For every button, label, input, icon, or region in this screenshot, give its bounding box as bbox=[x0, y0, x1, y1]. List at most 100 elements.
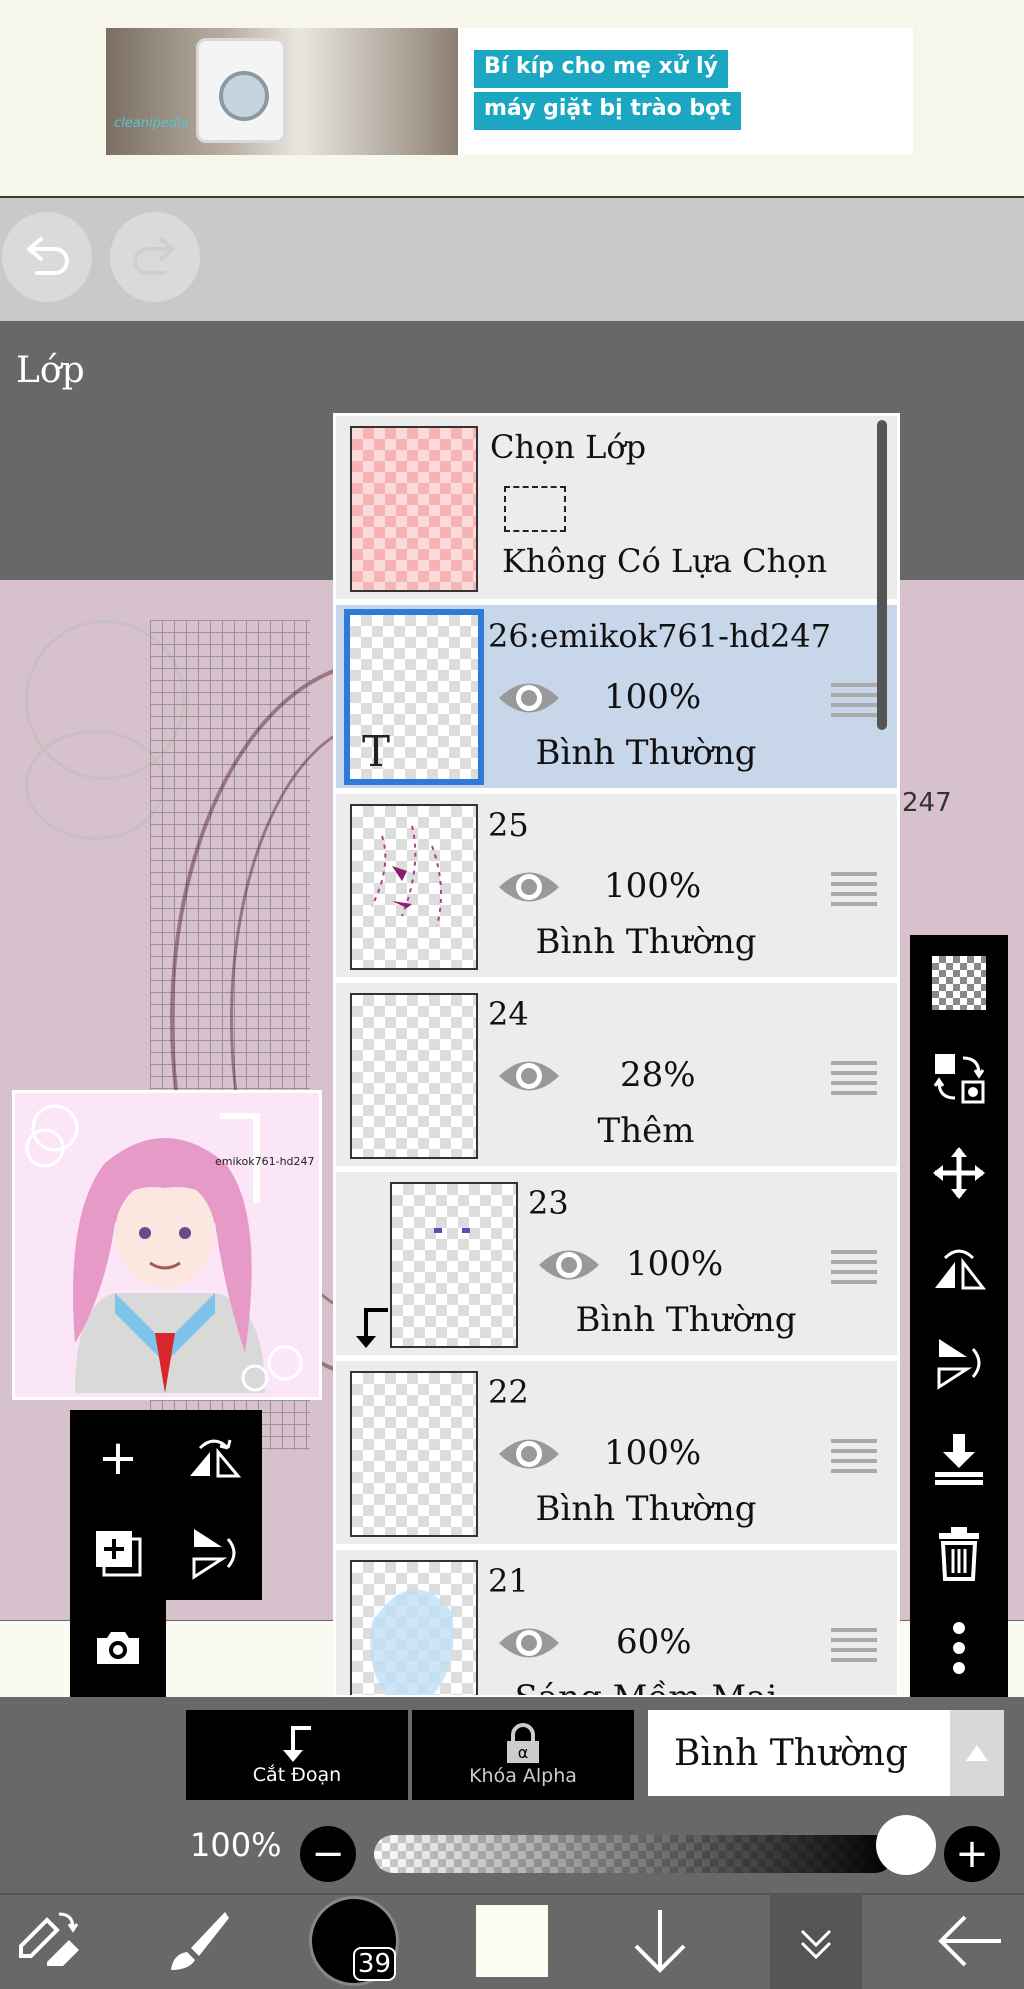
layer-name: 22 bbox=[488, 1373, 529, 1411]
visibility-eye-icon[interactable] bbox=[496, 675, 562, 721]
drag-handle-icon[interactable] bbox=[831, 872, 877, 908]
canvas-preview[interactable]: emikok761-hd247 bbox=[12, 1090, 322, 1400]
selection-thumbnail bbox=[350, 426, 478, 592]
swap-layer-button[interactable] bbox=[910, 1030, 1008, 1125]
tool-swap-button[interactable] bbox=[0, 1893, 96, 1989]
blend-mode-select[interactable]: Bình Thường bbox=[648, 1710, 950, 1796]
merge-down-button[interactable] bbox=[910, 1410, 1008, 1505]
back-icon bbox=[938, 1915, 1001, 1967]
brush-tool-button[interactable] bbox=[150, 1893, 246, 1989]
layer-thumbnail bbox=[350, 804, 478, 970]
opacity-increase-button[interactable]: + bbox=[944, 1826, 1000, 1882]
preview-artwork bbox=[25, 1104, 303, 1393]
drag-handle-icon[interactable] bbox=[831, 1250, 877, 1286]
layer-actions-toolbar bbox=[910, 935, 1008, 1697]
alpha-lock-button[interactable]: α Khóa Alpha bbox=[412, 1710, 634, 1800]
trash-icon bbox=[939, 1526, 979, 1581]
blend-mode-dropdown-button[interactable] bbox=[950, 1710, 1004, 1796]
layer-thumbnail bbox=[350, 1371, 478, 1537]
circle-decoration bbox=[25, 730, 165, 840]
alpha-lock-label: Khóa Alpha bbox=[469, 1765, 577, 1787]
layer-down-icon bbox=[634, 1910, 686, 1973]
more-options-button[interactable] bbox=[910, 1600, 1008, 1695]
layer-opacity: 100% bbox=[604, 677, 702, 717]
layer-opacity: 60% bbox=[616, 1622, 692, 1662]
ad-banner[interactable]: cleanipedia Bí kíp cho mẹ xử lý máy giặt… bbox=[0, 0, 1024, 196]
canvas-text-fragment: 247 bbox=[902, 788, 952, 818]
back-button[interactable] bbox=[920, 1893, 1020, 1989]
layer-blend-mode: Thêm bbox=[597, 1111, 695, 1151]
layer-opacity: 100% bbox=[626, 1244, 724, 1284]
color-button[interactable] bbox=[462, 1893, 562, 1989]
redo-button[interactable] bbox=[110, 212, 200, 302]
clipping-label: Cắt Đoạn bbox=[252, 1764, 342, 1786]
layer-thumbnail bbox=[390, 1182, 518, 1348]
undo-icon bbox=[27, 237, 69, 275]
drag-handle-icon[interactable] bbox=[831, 683, 877, 719]
layer-row[interactable]: 23 100% Bình Thường bbox=[336, 1172, 897, 1358]
selection-layer[interactable]: Chọn Lớp Không Có Lựa Chọn bbox=[336, 416, 897, 602]
minus-icon: − bbox=[311, 1831, 345, 1877]
transparent-fill-button[interactable] bbox=[910, 935, 1008, 1030]
undo-button[interactable] bbox=[2, 212, 92, 302]
plus-icon: + bbox=[97, 1429, 139, 1486]
layer-thumbnail bbox=[350, 1560, 478, 1695]
layer-opacity: 100% bbox=[604, 866, 702, 906]
add-layer-copy-button[interactable] bbox=[70, 1505, 166, 1600]
layer-mini-toolbar-2 bbox=[70, 1600, 166, 1698]
opacity-decrease-button[interactable]: − bbox=[300, 1826, 356, 1882]
ad-content[interactable]: cleanipedia Bí kíp cho mẹ xử lý máy giặt… bbox=[106, 28, 913, 155]
opacity-slider[interactable] bbox=[374, 1835, 894, 1873]
visibility-eye-icon[interactable] bbox=[496, 1053, 562, 1099]
move-icon bbox=[933, 1146, 985, 1199]
move-layer-button[interactable] bbox=[910, 1125, 1008, 1220]
visibility-eye-icon[interactable] bbox=[536, 1242, 602, 1288]
layer-down-button[interactable] bbox=[610, 1893, 710, 1989]
layer-row[interactable]: 22 100% Bình Thường bbox=[336, 1361, 897, 1547]
brush-size-button[interactable]: 39 bbox=[304, 1893, 404, 1989]
selection-marquee-icon bbox=[504, 486, 566, 532]
layers-scrollbar[interactable] bbox=[877, 420, 887, 730]
flip-vertical-button[interactable] bbox=[166, 1505, 262, 1600]
layer-row[interactable]: T 26:emikok761-hd247 100% Bình Thường bbox=[336, 605, 897, 791]
layer-row[interactable]: 21 60% Sáng Mềm Mại bbox=[336, 1550, 897, 1695]
svg-text:α: α bbox=[518, 1743, 529, 1762]
flip-horizontal-button[interactable] bbox=[166, 1410, 262, 1505]
opacity-slider-handle[interactable] bbox=[876, 1815, 936, 1875]
visibility-eye-icon[interactable] bbox=[496, 1431, 562, 1477]
clipping-button[interactable]: Cắt Đoạn bbox=[186, 1710, 408, 1800]
brush-size-indicator: 39 bbox=[309, 1896, 399, 1986]
flip-layer-horizontal-button[interactable] bbox=[910, 1220, 1008, 1315]
plus-icon: + bbox=[955, 1831, 989, 1877]
layer-blend-mode: Bình Thường bbox=[535, 922, 757, 962]
drag-handle-icon[interactable] bbox=[831, 1061, 877, 1097]
clipping-icon bbox=[283, 1726, 311, 1762]
drag-handle-icon[interactable] bbox=[831, 1628, 877, 1664]
layers-panel[interactable]: Chọn Lớp Không Có Lựa Chọn T 26:emikok76… bbox=[333, 413, 900, 1698]
swap-layer-icon bbox=[933, 1053, 985, 1103]
add-layer-button[interactable]: + bbox=[70, 1410, 166, 1505]
drag-handle-icon[interactable] bbox=[831, 1439, 877, 1475]
layer-row[interactable]: 24 28% Thêm bbox=[336, 983, 897, 1169]
opacity-label: 100% bbox=[190, 1826, 282, 1864]
layer-opacity: 100% bbox=[604, 1433, 702, 1473]
merge-down-icon bbox=[935, 1433, 983, 1485]
brush-size-value: 39 bbox=[352, 1947, 396, 1981]
layer-name: 26:emikok761-hd247 bbox=[488, 617, 832, 655]
layer-thumbnail: T bbox=[344, 609, 484, 785]
flip-layer-vertical-button[interactable] bbox=[910, 1315, 1008, 1410]
layer-name: 21 bbox=[488, 1562, 529, 1600]
redo-icon bbox=[133, 237, 175, 275]
selection-layer-subtitle: Không Có Lựa Chọn bbox=[502, 542, 828, 580]
lock-icon: α bbox=[507, 1723, 539, 1763]
import-photo-button[interactable] bbox=[70, 1600, 166, 1695]
swap-tool-icon bbox=[19, 1912, 79, 1966]
top-toolbar bbox=[0, 196, 1024, 321]
layer-blend-mode: Bình Thường bbox=[575, 1300, 797, 1340]
clipping-arrow-icon bbox=[356, 1308, 388, 1348]
collapse-panel-button[interactable] bbox=[770, 1893, 862, 1989]
visibility-eye-icon[interactable] bbox=[496, 1620, 562, 1666]
visibility-eye-icon[interactable] bbox=[496, 864, 562, 910]
delete-layer-button[interactable] bbox=[910, 1505, 1008, 1600]
layer-row[interactable]: 25 100% Bình Thường bbox=[336, 794, 897, 980]
